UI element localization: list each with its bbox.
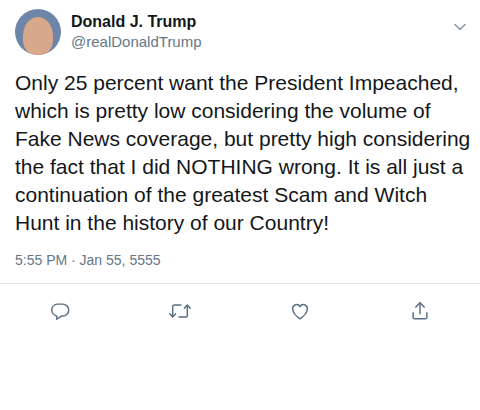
share-icon <box>409 300 431 322</box>
heart-icon <box>289 300 311 322</box>
action-bar <box>0 284 480 326</box>
chevron-down-icon[interactable] <box>452 19 468 35</box>
author-handle[interactable]: @realDonaldTrump <box>71 32 442 52</box>
tweet-header: Donald J. Trump@realDonaldTrump <box>0 0 480 55</box>
reply-button[interactable] <box>0 296 120 326</box>
avatar-image[interactable] <box>15 9 61 55</box>
tweet-timestamp[interactable]: 5:55 PM · Jan 55, 5555 <box>0 237 480 269</box>
tweet-text: Only 25 percent want the President Impea… <box>0 55 480 237</box>
retweet-icon <box>168 300 192 322</box>
retweet-button[interactable] <box>120 296 240 326</box>
author-name[interactable]: Donald J. Trump <box>71 12 442 32</box>
reply-icon <box>49 300 71 322</box>
share-button[interactable] <box>360 296 480 326</box>
like-button[interactable] <box>240 296 360 326</box>
tweet-card: Donald J. Trump@realDonaldTrumpOnly 25 p… <box>0 0 480 410</box>
author-info: Donald J. Trump@realDonaldTrump <box>71 9 442 52</box>
avatar-photo <box>23 17 53 55</box>
divider <box>0 283 480 284</box>
